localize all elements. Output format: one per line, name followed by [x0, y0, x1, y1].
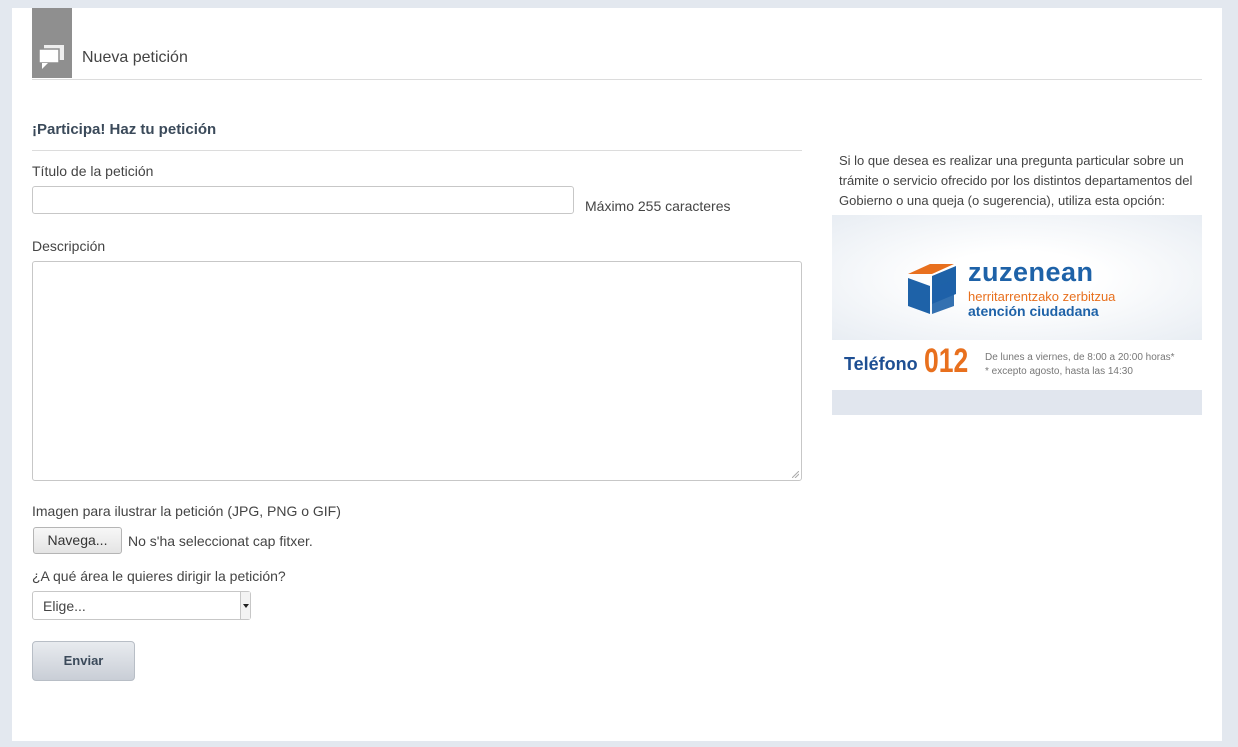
section-divider	[32, 150, 802, 151]
phone-label: Teléfono	[844, 354, 918, 374]
title-hint: Máximo 255 caracteres	[585, 198, 731, 214]
form-section-title: ¡Participa! Haz tu petición	[32, 121, 217, 138]
description-label: Descripción	[32, 238, 106, 254]
hours-note: * excepto agosto, hasta las 14:30	[985, 366, 1133, 377]
area-label: ¿A qué área le quieres dirigir la petici…	[32, 568, 286, 584]
main-panel: Nueva petición ¡Participa! Haz tu petici…	[12, 8, 1222, 741]
browse-file-button[interactable]: Navega...	[33, 527, 122, 554]
area-select-value: Elige...	[43, 598, 86, 614]
chat-bubbles-icon	[39, 45, 64, 69]
title-input[interactable]	[32, 186, 574, 214]
file-status-text: No s'ha seleccionat cap fitxer.	[128, 533, 313, 549]
select-arrow-icon[interactable]	[240, 592, 250, 619]
submit-button[interactable]: Enviar	[32, 641, 135, 681]
banner-subtitle-eu: herritarrentzako zerbitzua	[968, 289, 1116, 304]
area-select[interactable]: Elige...	[32, 591, 251, 620]
banner-subtitle-es: atención ciudadana	[968, 303, 1099, 319]
banner-phone-area: Teléfono 012 De lunes a viernes, de 8:00…	[832, 340, 1202, 390]
banner-logo-area: zuzenean herritarrentzako zerbitzua aten…	[832, 215, 1202, 340]
banner-brand-name: zuzenean	[968, 257, 1094, 287]
description-textarea[interactable]	[32, 261, 802, 481]
zuzenean-banner[interactable]: zuzenean herritarrentzako zerbitzua aten…	[832, 215, 1202, 415]
hours-text: De lunes a viernes, de 8:00 a 20:00 hora…	[985, 352, 1175, 363]
cube-logo-icon	[908, 262, 956, 314]
header-icon-box	[32, 8, 72, 78]
resize-grip-icon[interactable]	[792, 471, 799, 478]
title-label: Título de la petición	[32, 163, 154, 179]
page-title: Nueva petición	[82, 49, 188, 66]
image-label: Imagen para ilustrar la petición (JPG, P…	[32, 503, 341, 519]
sidebar-info-text: Si lo que desea es realizar una pregunta…	[839, 153, 1193, 208]
phone-number: 012	[924, 342, 969, 380]
page-header: Nueva petición	[32, 8, 1202, 80]
